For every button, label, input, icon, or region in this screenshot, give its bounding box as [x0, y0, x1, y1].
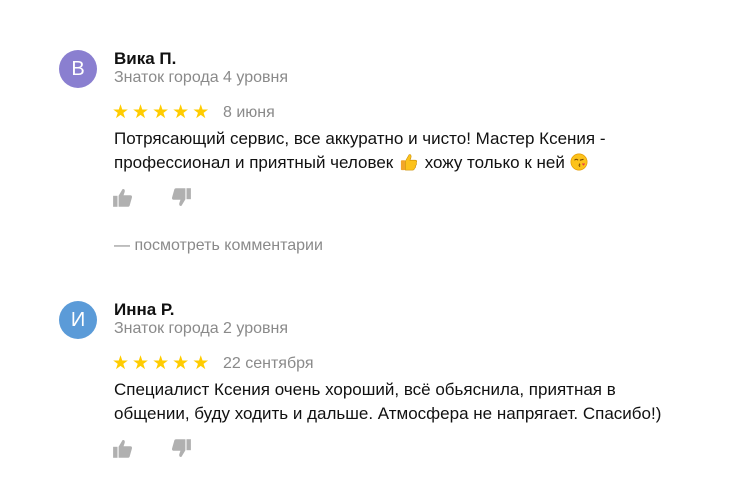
review-text-line: общении, буду ходить и дальше. Атмосфера… — [114, 404, 662, 423]
view-comments-link[interactable]: — посмотреть комментарии — [114, 237, 323, 255]
star-icon: ★ — [172, 102, 190, 123]
review-text-line: Потрясающий сервис, все аккуратно и чист… — [114, 129, 606, 148]
reviewer-name[interactable]: Инна Р. — [114, 300, 174, 320]
review-date: 8 июня — [223, 104, 275, 121]
review-text: Потрясающий сервис, все аккуратно и чист… — [114, 127, 714, 175]
like-icon[interactable] — [112, 438, 134, 460]
avatar[interactable]: И — [59, 301, 97, 339]
star-icon: ★ — [112, 102, 130, 123]
thumbs-up-emoji-icon — [400, 154, 418, 171]
review-text-line: Специалист Ксения очень хороший, всё обь… — [114, 380, 616, 399]
reviewer-level: Знаток города 4 уровня — [114, 69, 289, 86]
avatar[interactable]: В — [59, 50, 97, 88]
avatar-letter: В — [71, 57, 85, 80]
dislike-icon[interactable] — [170, 186, 192, 208]
review-date: 22 сентября — [223, 355, 314, 372]
dislike-icon[interactable] — [170, 437, 192, 459]
star-icon: ★ — [192, 353, 210, 374]
star-icon: ★ — [152, 353, 170, 374]
star-icon: ★ — [152, 102, 170, 123]
star-icon: ★ — [172, 353, 190, 374]
review-text-line: профессионал и приятный человек хожу тол… — [114, 151, 714, 175]
star-icon: ★ — [132, 353, 150, 374]
star-icon: ★ — [112, 353, 130, 374]
kiss-emoji-icon — [570, 153, 588, 171]
avatar-letter: И — [70, 308, 86, 331]
rating-stars: ★ ★ ★ ★ ★ — [112, 354, 209, 373]
star-icon: ★ — [132, 102, 150, 123]
reviewer-level: Знаток города 2 уровня — [114, 320, 289, 337]
review-text: Специалист Ксения очень хороший, всё обь… — [114, 378, 714, 426]
star-icon: ★ — [192, 102, 210, 123]
rating-stars: ★ ★ ★ ★ ★ — [112, 103, 209, 122]
like-icon[interactable] — [112, 187, 134, 209]
reviewer-name[interactable]: Вика П. — [114, 49, 176, 69]
